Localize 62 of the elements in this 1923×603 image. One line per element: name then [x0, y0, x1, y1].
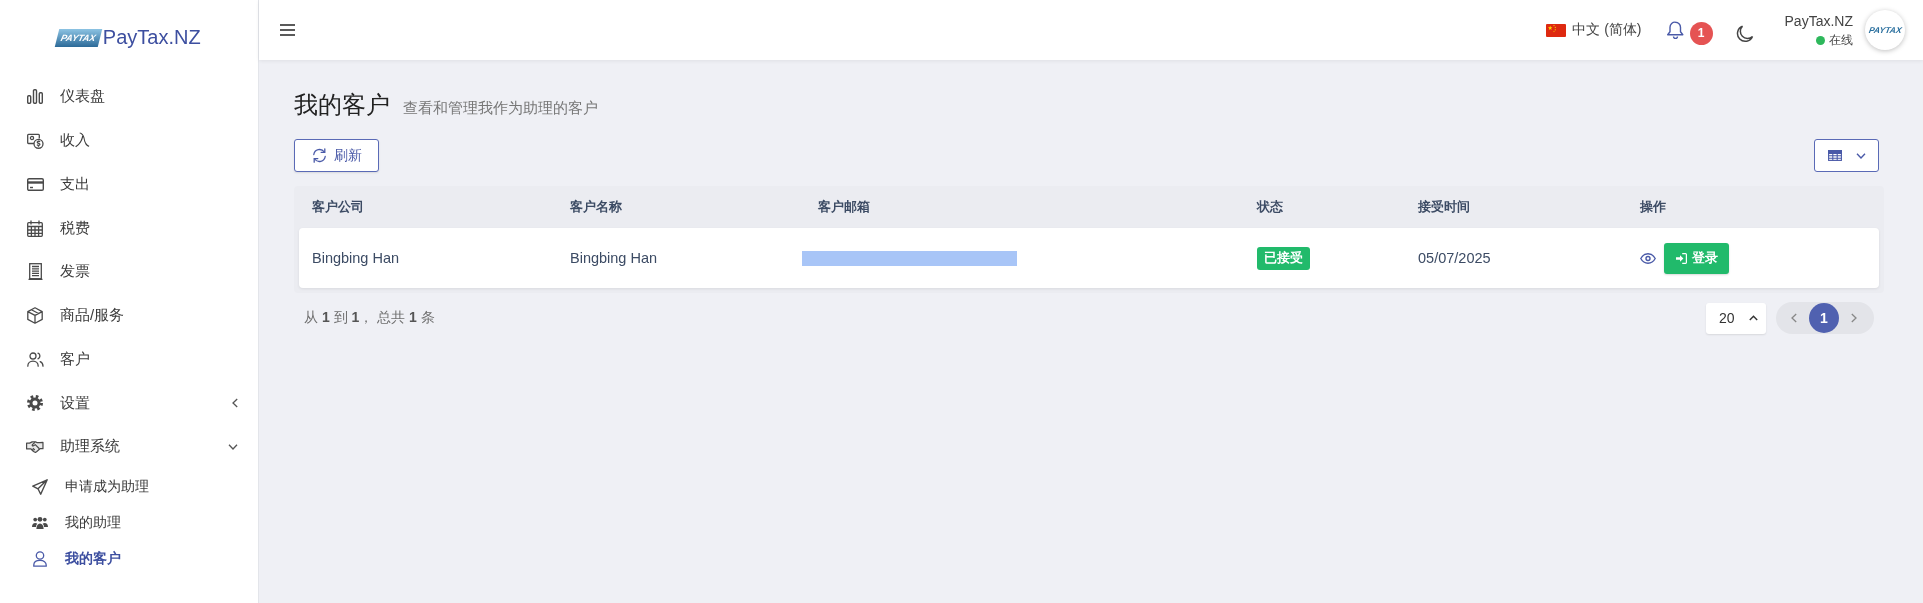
user-name: PayTax.NZ	[1784, 13, 1853, 30]
column-header: 接受时间	[1417, 198, 1471, 216]
table-grid-icon	[1827, 150, 1842, 161]
status-badge: 已接受	[1257, 246, 1310, 270]
credit-card-icon	[26, 177, 44, 191]
sidebar-item[interactable]: 税费	[0, 206, 258, 250]
refresh-button[interactable]: 刷新	[294, 139, 379, 172]
chevron-right-icon	[1851, 313, 1857, 323]
table-cell-text: Bingbing Han	[311, 249, 401, 268]
sidebar-item[interactable]: 收入	[0, 118, 258, 163]
sidebar-item[interactable]: 商品/服务	[0, 293, 258, 338]
brand-name: PayTax.NZ	[102, 26, 201, 49]
results-summary: 从 1 到 1， 总共 1 条	[303, 309, 435, 327]
status-text: 在线	[1829, 33, 1853, 47]
users-group-icon	[32, 515, 48, 530]
column-header: 操作	[1639, 198, 1667, 216]
column-header: 客户邮箱	[817, 198, 871, 216]
chevron-left-icon	[1791, 313, 1797, 323]
sidebar-item[interactable]: 客户	[0, 337, 258, 382]
page-button[interactable]: 1	[1809, 303, 1839, 333]
column-header: 客户公司	[311, 198, 365, 216]
chevron-down-icon	[1855, 152, 1866, 159]
cash-coin-icon	[26, 132, 44, 149]
notifications-button[interactable]: 1	[1666, 15, 1713, 45]
gear-icon	[27, 395, 43, 412]
avatar-logo-text: PAYTAX	[1867, 25, 1903, 35]
avatar[interactable]: PAYTAX	[1865, 10, 1905, 50]
table-cell-text: 05/07/2025	[1417, 249, 1492, 268]
bell-icon	[1666, 21, 1684, 39]
user-icon	[33, 550, 47, 567]
box-icon	[27, 307, 43, 325]
sidebar-item[interactable]: 设置	[0, 381, 258, 425]
page-subtitle: 查看和管理我作为助理的客户	[403, 99, 598, 118]
users-icon	[26, 351, 44, 367]
column-header: 状态	[1255, 198, 1284, 216]
handshake-icon	[26, 439, 44, 454]
refresh-icon	[311, 148, 327, 163]
table-view-button[interactable]	[1814, 139, 1879, 172]
bar-chart-icon	[27, 89, 43, 105]
page-size-select[interactable]: 20	[1706, 302, 1766, 334]
column-header: 客户名称	[569, 198, 623, 216]
eye-icon[interactable]	[1640, 252, 1656, 264]
language-selector[interactable]: 中文 (简体)	[1546, 21, 1642, 39]
sidebar-item[interactable]: 发票	[0, 250, 258, 294]
menu-icon[interactable]	[280, 24, 295, 36]
caret-up-icon	[1749, 315, 1758, 321]
sidebar-subitem[interactable]: 申请成为助理	[0, 468, 258, 505]
sidebar-subitem[interactable]: 我的助理	[0, 504, 258, 541]
paper-plane-icon	[32, 478, 48, 495]
sign-in-icon	[1675, 252, 1687, 264]
flag-icon	[1546, 23, 1567, 37]
sidebar-item[interactable]: 支出	[0, 162, 258, 207]
sidebar-item[interactable]: 仪表盘	[0, 75, 258, 119]
calendar-icon	[27, 219, 43, 237]
logo-mark: PAYTAX	[55, 28, 103, 47]
table-cell-text: Bingbing Han	[569, 249, 659, 268]
moon-icon[interactable]	[1735, 25, 1754, 43]
sidebar-item[interactable]: 助理系统	[0, 425, 258, 469]
sidebar-subitem[interactable]: 我的客户	[0, 540, 258, 577]
page-title: 我的客户	[294, 90, 390, 120]
notification-badge: 1	[1689, 21, 1713, 45]
document-icon	[27, 263, 43, 281]
